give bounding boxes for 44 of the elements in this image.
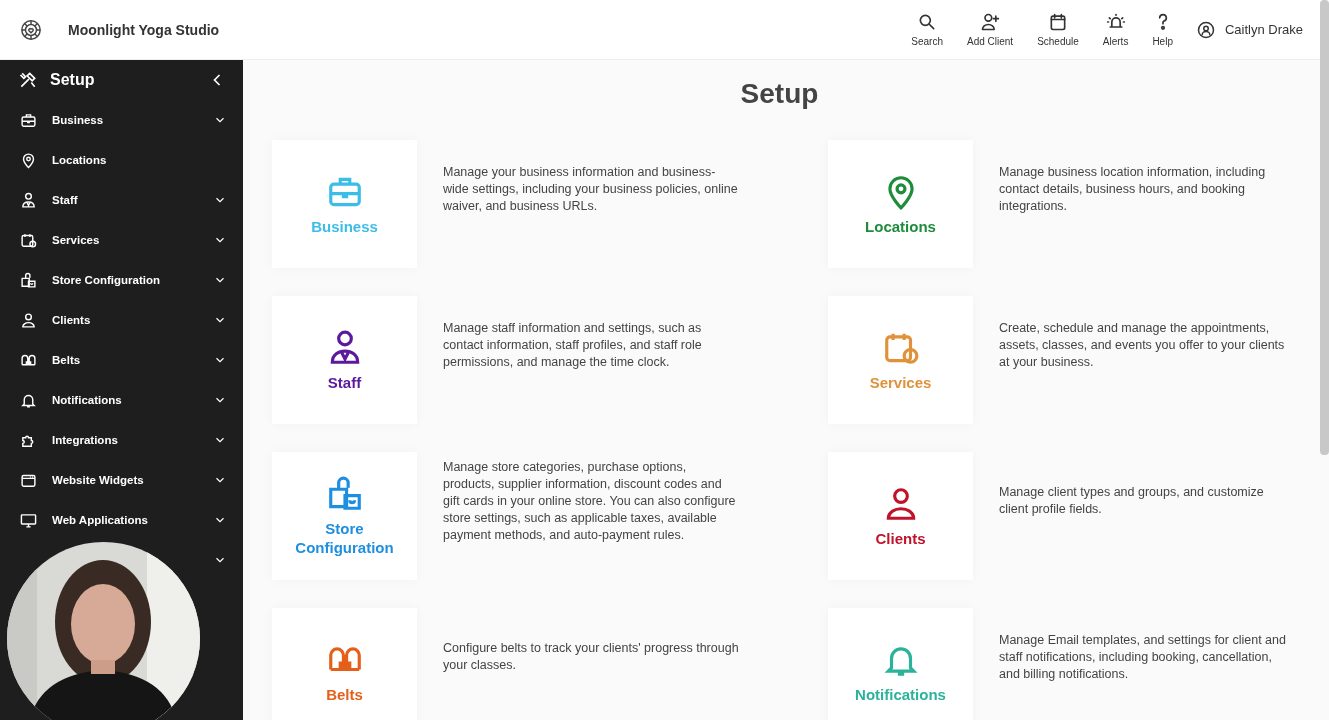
sidebar-item[interactable]: Notifications [0,380,243,420]
sidebar-item[interactable]: Web Applications [0,500,243,540]
search-button[interactable]: Search [911,12,943,47]
calendar-button[interactable]: Schedule [1037,12,1079,47]
location-pin-icon [20,151,37,169]
alert-bell-button[interactable]: Alerts [1102,12,1129,47]
setup-tile[interactable]: Clients [828,452,973,580]
question-mark-button[interactable]: Help [1152,12,1173,47]
scrollbar[interactable] [1320,0,1329,455]
sidebar-item[interactable]: Integrations [0,420,243,460]
add-person-icon [980,12,1001,32]
setup-tile[interactable]: Belts [272,608,417,720]
description: Manage staff information and settings, such as contact information, staff profiles, and staff role permissions, and manage the time clock. [443,319,703,371]
description: Manage your business information and business-wide settings, including your business policies, online waiver, and business URLs. [443,163,739,215]
sidebar-item[interactable]: Locations [0,140,243,180]
sidebar-item[interactable]: Business [0,100,243,140]
shopping-bag-icon [20,271,37,289]
description: Create, schedule and manage the appointments, assets, classes, and events you offer to your clients at your business. [999,319,1286,371]
tools-icon [18,70,38,90]
sidebar-item[interactable]: Belts [0,340,243,380]
sidebar-item[interactable]: Store Configuration [0,260,243,300]
description: Configure belts to track your clients' progress through your classes. [443,640,739,674]
sidebar-item[interactable]: Clients [0,300,243,340]
logo-icon [20,18,42,41]
studio-name: Moonlight Yoga Studio [68,21,220,38]
setup-tile[interactable]: Staff [272,296,417,424]
briefcase-icon [20,111,37,129]
sidebar-title: Setup [50,71,96,89]
user-avatar-icon [1196,20,1215,39]
description: Manage Email templates, and settings for client and staff notifications, including booking, cancellation, and billing notifications. [999,631,1287,683]
description: Manage store categories, purchase options, products, supplier information, discount codes and gift cards in your online store. You can also configure store settings, such as applicable taxes, available payment methods, and auto-payment rules. [443,458,737,544]
sidebar-item[interactable]: Website Widgets [0,460,243,500]
monitor-icon [20,511,37,529]
person-icon [20,191,37,209]
user-menu[interactable]: Caitlyn Drake [1196,20,1303,39]
page-title: Setup [739,78,820,110]
sidebar-item[interactable]: Services [0,220,243,260]
sidebar-item[interactable]: Staff [0,180,243,220]
description: Manage business location information, including contact details, business hours, and booking integrations. [999,163,1267,215]
person-icon [20,311,37,329]
setup-tile[interactable]: Locations [828,140,973,268]
calendar-person-icon [20,231,37,249]
add-person-button[interactable]: Add Client [967,12,1014,47]
description: Manage client types and groups, and customize client profile fields. [999,484,1265,518]
